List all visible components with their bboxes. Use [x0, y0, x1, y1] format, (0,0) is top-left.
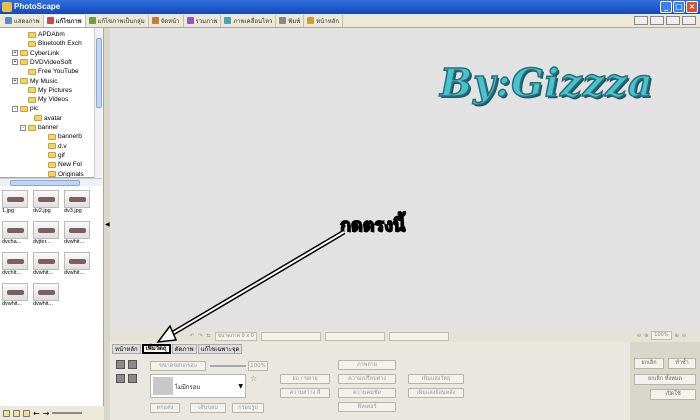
arrow-head [156, 324, 178, 343]
arrow-shaft-highlight [167, 231, 345, 337]
annotation-arrow [156, 229, 346, 343]
